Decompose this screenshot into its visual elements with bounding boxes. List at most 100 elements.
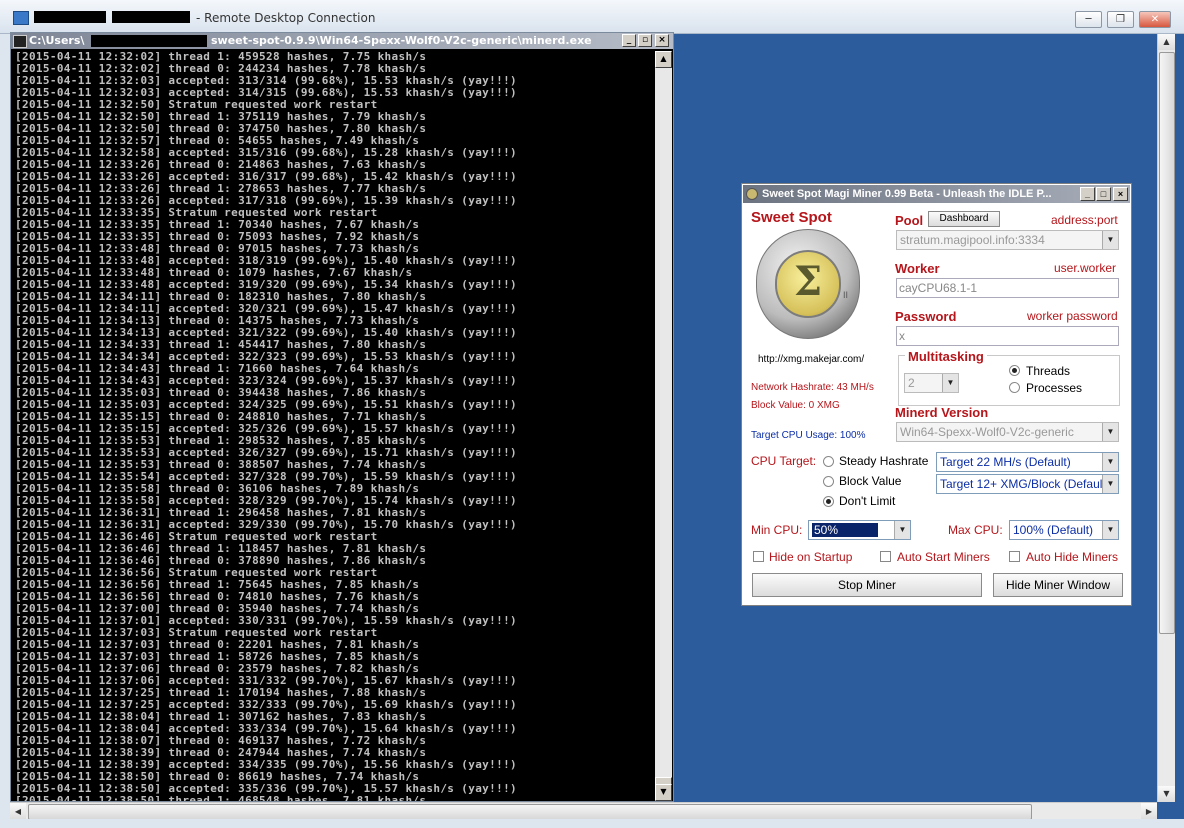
chevron-down-icon: ▼ (1102, 231, 1118, 249)
console-output: [2015-04-11 12:32:02] thread 1: 459528 h… (11, 51, 655, 801)
chevron-down-icon: ▼ (894, 521, 910, 539)
scroll-up-icon[interactable]: ▲ (1158, 34, 1175, 50)
auto-hide-checkbox[interactable] (1009, 551, 1020, 562)
auto-start-checkbox[interactable] (880, 551, 891, 562)
max-cpu-select[interactable]: 100% (Default) ▼ (1009, 520, 1119, 540)
threads-label: Threads (1026, 364, 1071, 378)
steady-target-select[interactable]: Target 22 MH/s (Default) ▼ (936, 452, 1119, 472)
cpu-target-label: CPU Target: (751, 454, 817, 468)
minerd-version-select[interactable]: Win64-Spexx-Wolf0-V2c-generic ▼ (896, 422, 1119, 442)
console-restore-button[interactable]: ▫ (638, 34, 652, 47)
scroll-down-icon[interactable]: ▼ (1158, 786, 1175, 802)
threads-radio[interactable] (1009, 365, 1020, 376)
coin-symbol: Σ (793, 258, 823, 305)
steady-hashrate-radio[interactable] (823, 456, 834, 467)
magi-coin-logo: Σ II (756, 229, 860, 339)
rdp-left-border (0, 34, 10, 828)
pool-select[interactable]: stratum.magipool.info:3334 ▼ (896, 230, 1119, 250)
scroll-thumb[interactable] (28, 804, 1032, 820)
miner-title: Sweet Spot Magi Miner 0.99 Beta - Unleas… (762, 188, 1052, 200)
miner-app-icon (746, 188, 758, 200)
max-cpu-value: 100% (Default) (1013, 523, 1094, 537)
scroll-up-icon[interactable]: ▲ (655, 51, 672, 68)
minerd-version-label: Minerd Version (895, 405, 989, 420)
coin-mark: II (843, 290, 849, 300)
miner-minimize-button[interactable]: _ (1080, 187, 1095, 201)
miner-maximize-button[interactable]: □ (1096, 187, 1111, 201)
miner-window: Sweet Spot Magi Miner 0.99 Beta - Unleas… (741, 183, 1132, 606)
multitasking-label: Multitasking (905, 349, 987, 364)
minerd-version-value: Win64-Spexx-Wolf0-V2c-generic (900, 425, 1074, 439)
hide-miner-window-button[interactable]: Hide Miner Window (993, 573, 1123, 597)
scroll-left-icon[interactable]: ◀ (10, 803, 26, 820)
block-value: Block Value: 0 XMG (751, 400, 840, 411)
console-icon (13, 35, 27, 48)
dont-limit-radio[interactable] (823, 496, 834, 507)
processes-label: Processes (1026, 381, 1083, 395)
rdp-close-button[interactable]: ✕ (1139, 11, 1171, 28)
processes-radio[interactable] (1009, 382, 1020, 393)
rdp-horizontal-scrollbar[interactable]: ◀ ▶ (10, 802, 1157, 820)
chevron-down-icon: ▼ (1102, 521, 1118, 539)
chevron-down-icon: ▼ (1102, 475, 1118, 493)
block-target-select[interactable]: Target 12+ XMG/Block (Default) ▼ (936, 474, 1119, 494)
thread-count-value: 2 (908, 376, 915, 390)
auto-start-label: Auto Start Miners (897, 550, 990, 564)
password-label: Password (895, 309, 957, 324)
brand-title: Sweet Spot (751, 209, 832, 226)
console-title-bar: C:\Users\ sweet-spot-0.9.9\Win64-Spexx-W… (11, 33, 673, 49)
worker-input[interactable]: cayCPU68.1-1 (896, 278, 1119, 298)
hide-on-startup-label: Hide on Startup (769, 550, 853, 564)
min-cpu-select[interactable]: 50% ▼ (808, 520, 911, 540)
steady-hashrate-label: Steady Hashrate (839, 454, 929, 468)
redacted-block (112, 11, 190, 23)
steady-target-value: Target 22 MH/s (Default) (940, 455, 1071, 469)
stop-miner-button[interactable]: Stop Miner (752, 573, 982, 597)
pool-label: Pool (895, 213, 924, 228)
remote-desktop-icon (13, 11, 29, 25)
chevron-down-icon: ▼ (1102, 453, 1118, 471)
chevron-down-icon: ▼ (942, 374, 958, 392)
redacted-block (34, 11, 106, 23)
log-line: [2015-04-11 12:38:50] thread 1: 468548 h… (15, 794, 427, 802)
miner-title-bar: Sweet Spot Magi Miner 0.99 Beta - Unleas… (743, 185, 1130, 203)
scroll-down-icon[interactable]: ▼ (655, 784, 672, 801)
console-title-prefix: C:\Users\ (29, 34, 85, 47)
worker-label: Worker (895, 261, 940, 276)
block-target-value: Target 12+ XMG/Block (Default) (940, 477, 1110, 491)
target-cpu-usage: Target CPU Usage: 100% (751, 430, 866, 441)
console-window: C:\Users\ sweet-spot-0.9.9\Win64-Spexx-W… (10, 32, 674, 802)
rdp-vertical-scrollbar[interactable]: ▲ ▼ (1157, 34, 1175, 802)
dashboard-button[interactable]: Dashboard (928, 211, 1000, 227)
dont-limit-label: Don't Limit (839, 494, 896, 508)
hide-on-startup-checkbox[interactable] (753, 551, 764, 562)
thread-count-select[interactable]: 2 ▼ (904, 373, 959, 393)
pool-hint: address:port (1051, 213, 1118, 227)
min-cpu-value: 50% (812, 523, 879, 537)
console-scrollbar[interactable]: ▲ ▼ (655, 51, 672, 801)
block-value-label: Block Value (839, 474, 902, 488)
scroll-thumb[interactable] (1159, 52, 1175, 634)
rdp-bottom-border (0, 819, 1184, 828)
miner-close-button[interactable]: × (1113, 187, 1128, 201)
rdp-title-bar: - Remote Desktop Connection ─ ❐ ✕ (0, 0, 1184, 34)
pool-value: stratum.magipool.info:3334 (900, 233, 1045, 247)
rdp-title: - Remote Desktop Connection (196, 11, 376, 25)
rdp-restore-button[interactable]: ❐ (1107, 11, 1134, 28)
console-close-button[interactable]: × (655, 34, 669, 47)
password-input[interactable]: x (896, 326, 1119, 346)
console-minimize-button[interactable]: _ (622, 34, 636, 47)
rdp-minimize-button[interactable]: ─ (1075, 11, 1102, 28)
network-hashrate: Network Hashrate: 43 MH/s (751, 382, 874, 393)
chevron-down-icon: ▼ (1102, 423, 1118, 441)
scroll-right-icon[interactable]: ▶ (1141, 803, 1157, 820)
password-hint: worker password (1027, 309, 1118, 323)
block-value-radio[interactable] (823, 476, 834, 487)
auto-hide-label: Auto Hide Miners (1026, 550, 1119, 564)
worker-hint: user.worker (1054, 261, 1117, 275)
site-link[interactable]: http://xmg.makejar.com/ (758, 354, 864, 365)
max-cpu-label: Max CPU: (948, 523, 1003, 537)
redacted-block (91, 35, 207, 47)
console-title-path: sweet-spot-0.9.9\Win64-Spexx-Wolf0-V2c-g… (211, 34, 592, 47)
min-cpu-label: Min CPU: (751, 523, 803, 537)
